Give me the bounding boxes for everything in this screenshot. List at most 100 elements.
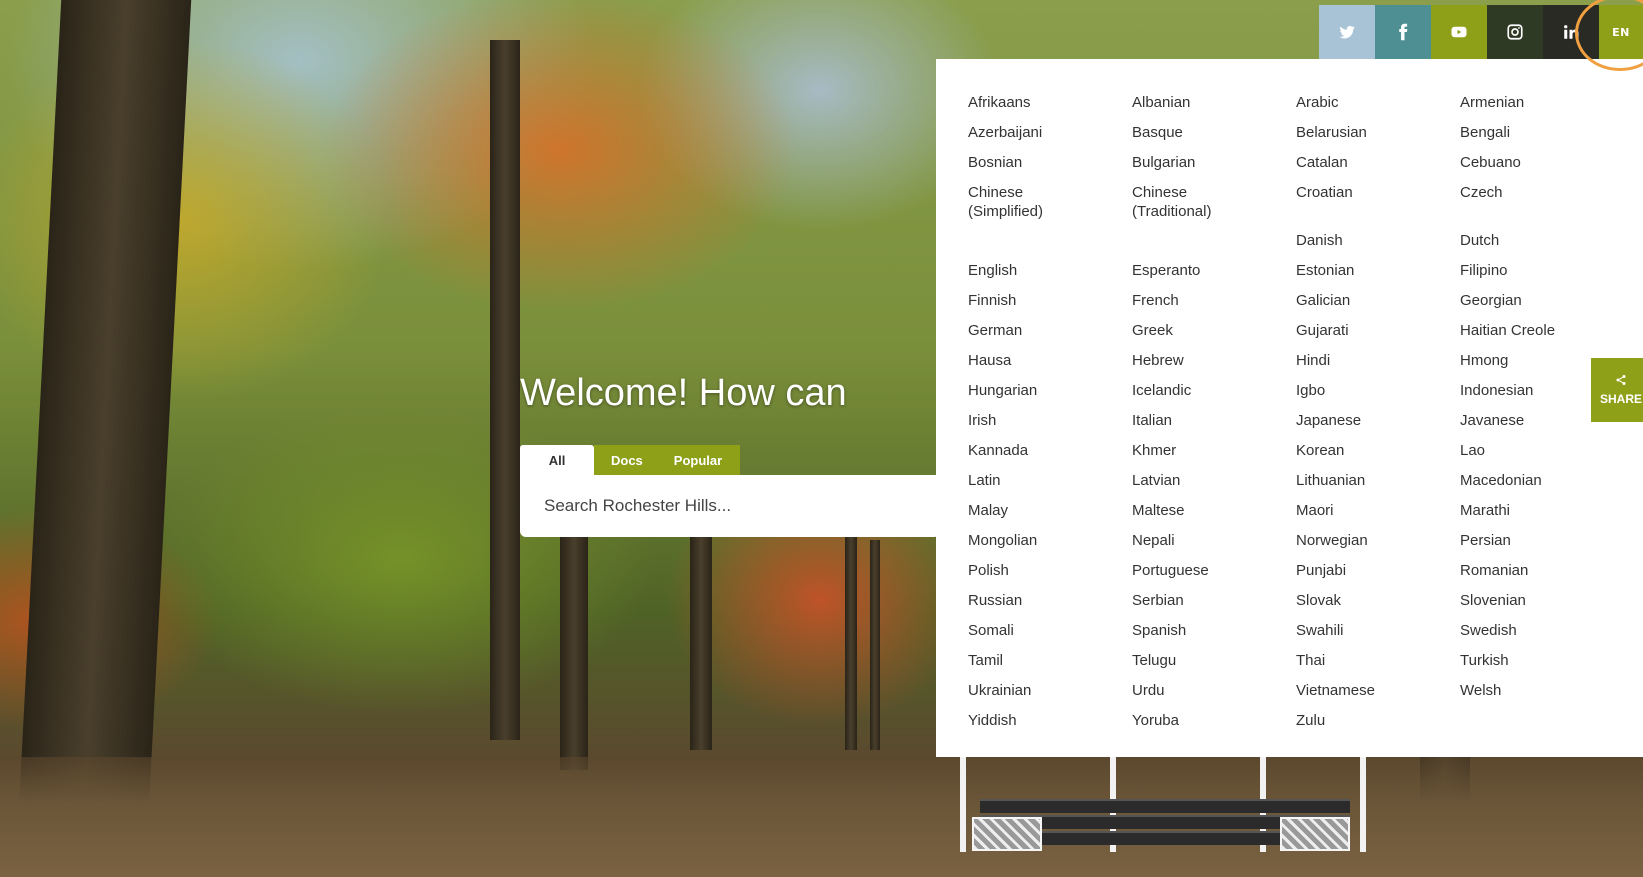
language-option-urdu[interactable]: Urdu: [1132, 677, 1296, 707]
search-box: [520, 475, 940, 537]
language-option-french[interactable]: French: [1132, 287, 1296, 317]
language-option-german[interactable]: German: [968, 317, 1132, 347]
language-option-igbo[interactable]: Igbo: [1296, 377, 1460, 407]
language-option-spanish[interactable]: Spanish: [1132, 617, 1296, 647]
ground: [0, 757, 1643, 877]
language-option-danish[interactable]: Danish: [1296, 227, 1460, 257]
language-option-japanese[interactable]: Japanese: [1296, 407, 1460, 437]
language-option-cebuano[interactable]: Cebuano: [1460, 149, 1624, 179]
language-option-lao[interactable]: Lao: [1460, 437, 1624, 467]
language-option-azerbaijani[interactable]: Azerbaijani: [968, 119, 1132, 149]
language-option-maltese[interactable]: Maltese: [1132, 497, 1296, 527]
tree-trunk: [490, 40, 520, 740]
language-option-telugu[interactable]: Telugu: [1132, 647, 1296, 677]
gazebo-rail: [960, 757, 966, 852]
linkedin-button[interactable]: [1543, 5, 1599, 59]
gazebo-step: [980, 799, 1350, 813]
language-option-latvian[interactable]: Latvian: [1132, 467, 1296, 497]
language-option-hebrew[interactable]: Hebrew: [1132, 347, 1296, 377]
language-option-nepali[interactable]: Nepali: [1132, 527, 1296, 557]
language-option-belarusian[interactable]: Belarusian: [1296, 119, 1460, 149]
language-option-gujarati[interactable]: Gujarati: [1296, 317, 1460, 347]
language-option-turkish[interactable]: Turkish: [1460, 647, 1624, 677]
language-option-yoruba[interactable]: Yoruba: [1132, 707, 1296, 737]
language-option-arabic[interactable]: Arabic: [1296, 89, 1460, 119]
language-grid: Afrikaans Albanian Arabic Armenian Azerbaija…: [968, 89, 1624, 737]
language-option-ukrainian[interactable]: Ukrainian: [968, 677, 1132, 707]
language-option-romanian[interactable]: Romanian: [1460, 557, 1624, 587]
language-option-yiddish[interactable]: Yiddish: [968, 707, 1132, 737]
search-tab-popular[interactable]: Popular: [659, 445, 741, 475]
language-option-esperanto[interactable]: Esperanto: [1132, 257, 1296, 287]
language-option-maori[interactable]: Maori: [1296, 497, 1460, 527]
language-option-lithuanian[interactable]: Lithuanian: [1296, 467, 1460, 497]
language-option-korean[interactable]: Korean: [1296, 437, 1460, 467]
language-option-chinese-traditional[interactable]: Chinese (Traditional): [1132, 179, 1252, 227]
language-option-greek[interactable]: Greek: [1132, 317, 1296, 347]
language-option-persian[interactable]: Persian: [1460, 527, 1624, 557]
language-option-chinese-simplified[interactable]: Chinese (Simplified): [968, 179, 1088, 227]
language-option-georgian[interactable]: Georgian: [1460, 287, 1624, 317]
language-option-malay[interactable]: Malay: [968, 497, 1132, 527]
language-option-serbian[interactable]: Serbian: [1132, 587, 1296, 617]
language-option-bosnian[interactable]: Bosnian: [968, 149, 1132, 179]
language-option-croatian[interactable]: Croatian: [1296, 179, 1460, 227]
language-option-russian[interactable]: Russian: [968, 587, 1132, 617]
language-option-irish[interactable]: Irish: [968, 407, 1132, 437]
youtube-button[interactable]: [1431, 5, 1487, 59]
language-option-czech[interactable]: Czech: [1460, 179, 1624, 227]
language-option-mongolian[interactable]: Mongolian: [968, 527, 1132, 557]
language-option-estonian[interactable]: Estonian: [1296, 257, 1460, 287]
instagram-button[interactable]: [1487, 5, 1543, 59]
language-option-english[interactable]: English: [968, 257, 1132, 287]
language-option-portuguese[interactable]: Portuguese: [1132, 557, 1296, 587]
language-option-finnish[interactable]: Finnish: [968, 287, 1132, 317]
search-input[interactable]: [544, 496, 924, 516]
social-bar: EN: [1319, 0, 1643, 71]
language-option-zulu[interactable]: Zulu: [1296, 707, 1460, 737]
gazebo-rail: [1360, 757, 1366, 852]
search-tab-all[interactable]: All: [520, 445, 594, 475]
tree-trunk: [870, 540, 880, 750]
language-option-filipino[interactable]: Filipino: [1460, 257, 1624, 287]
language-option-punjabi[interactable]: Punjabi: [1296, 557, 1460, 587]
language-option-khmer[interactable]: Khmer: [1132, 437, 1296, 467]
language-option-welsh[interactable]: Welsh: [1460, 677, 1624, 707]
language-option-bulgarian[interactable]: Bulgarian: [1132, 149, 1296, 179]
language-option-kannada[interactable]: Kannada: [968, 437, 1132, 467]
language-option-galician[interactable]: Galician: [1296, 287, 1460, 317]
language-option-latin[interactable]: Latin: [968, 467, 1132, 497]
language-option-hindi[interactable]: Hindi: [1296, 347, 1460, 377]
language-option-swahili[interactable]: Swahili: [1296, 617, 1460, 647]
language-option-dutch[interactable]: Dutch: [1460, 227, 1624, 257]
facebook-button[interactable]: [1375, 5, 1431, 59]
twitter-button[interactable]: [1319, 5, 1375, 59]
language-option-norwegian[interactable]: Norwegian: [1296, 527, 1460, 557]
language-option-swedish[interactable]: Swedish: [1460, 617, 1624, 647]
language-option-italian[interactable]: Italian: [1132, 407, 1296, 437]
language-option-hungarian[interactable]: Hungarian: [968, 377, 1132, 407]
language-option-macedonian[interactable]: Macedonian: [1460, 467, 1624, 497]
language-option-somali[interactable]: Somali: [968, 617, 1132, 647]
language-option-bengali[interactable]: Bengali: [1460, 119, 1624, 149]
language-option-icelandic[interactable]: Icelandic: [1132, 377, 1296, 407]
tree-trunk: [18, 0, 192, 810]
language-option-polish[interactable]: Polish: [968, 557, 1132, 587]
language-option-albanian[interactable]: Albanian: [1132, 89, 1296, 119]
language-option-vietnamese[interactable]: Vietnamese: [1296, 677, 1460, 707]
language-option-afrikaans[interactable]: Afrikaans: [968, 89, 1132, 119]
language-option-marathi[interactable]: Marathi: [1460, 497, 1624, 527]
tree-trunk: [845, 530, 857, 750]
search-tab-docs[interactable]: Docs: [594, 445, 660, 475]
language-option-slovenian[interactable]: Slovenian: [1460, 587, 1624, 617]
language-button[interactable]: EN: [1599, 5, 1643, 59]
language-option-tamil[interactable]: Tamil: [968, 647, 1132, 677]
language-option-haitian-creole[interactable]: Haitian Creole: [1460, 317, 1624, 347]
share-tab[interactable]: SHARE: [1591, 358, 1643, 422]
language-option-slovak[interactable]: Slovak: [1296, 587, 1460, 617]
language-option-catalan[interactable]: Catalan: [1296, 149, 1460, 179]
language-option-thai[interactable]: Thai: [1296, 647, 1460, 677]
language-option-basque[interactable]: Basque: [1132, 119, 1296, 149]
language-option-hausa[interactable]: Hausa: [968, 347, 1132, 377]
language-option-armenian[interactable]: Armenian: [1460, 89, 1624, 119]
